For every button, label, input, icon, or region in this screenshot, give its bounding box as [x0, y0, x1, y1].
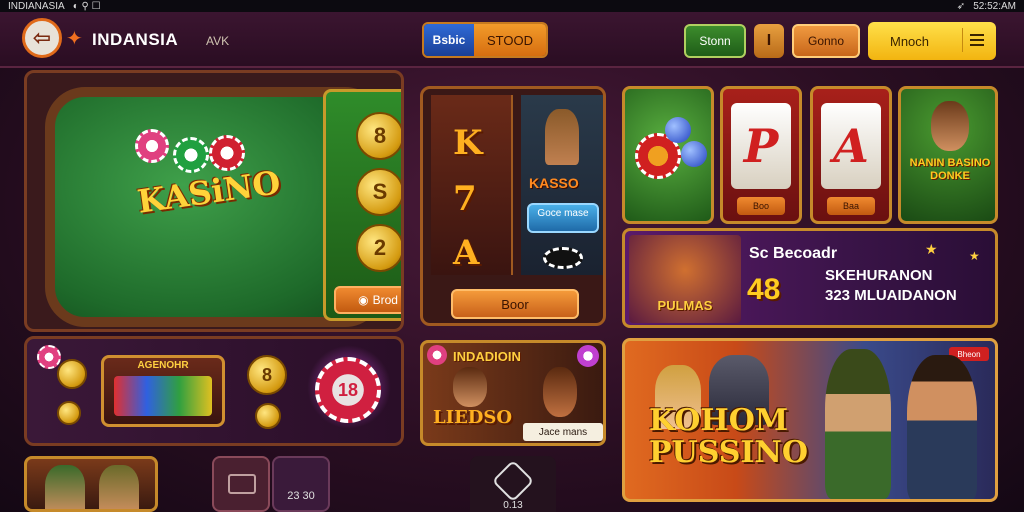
top-navigation-bar: ⇦ ✦ INDANSIA AVK Bsbic STOOD Stonn I Gon… [0, 12, 1024, 68]
chip-icon [543, 247, 583, 269]
coin-play-button[interactable]: ◉ Brod [334, 286, 401, 314]
character-game-tile[interactable]: NANIN BASINO DONKE [898, 86, 998, 224]
hero-title-line-2: PUSSINO [649, 435, 808, 470]
character-card: KASSO Goce mase [521, 95, 603, 275]
small-action-button[interactable]: I [754, 24, 784, 58]
reel-strip: K 7 A [431, 95, 513, 275]
hero-title: KOHOM PUSSINO [649, 405, 808, 469]
mini-slot-machine: AGENOHR [101, 355, 225, 427]
gold-coin-icon [57, 401, 81, 425]
character-portrait-icon [543, 367, 577, 417]
star-icon: ★ [925, 241, 938, 257]
poker-table-card[interactable]: KASiNO 8 S 2 ◉ Brod [24, 70, 404, 332]
gold-coin-icon [57, 359, 87, 389]
bonus-machine-card[interactable]: AGENOHR 8 18 [24, 336, 404, 446]
reel-play-button[interactable]: Baa [827, 197, 875, 215]
big-chip-icon: 18 [315, 357, 381, 423]
promo-line-2: SKEHURANON [825, 267, 933, 284]
coin-column: 8 S 2 ◉ Brod [323, 89, 401, 321]
home-hex-icon [491, 459, 535, 503]
signal-icon: ◐ ⚲ ☐ [72, 0, 101, 12]
promo-banner-purple[interactable]: PULMAS Sc Becoadr 48 SKEHURANON 323 MLUA… [622, 228, 998, 328]
gold-coin-icon: 2 [356, 224, 401, 272]
cowboy-character-icon [545, 109, 579, 165]
tab-score-label: 23 30 [287, 490, 315, 502]
ball-icon [665, 117, 691, 143]
reel-symbol: A [453, 233, 480, 273]
jungle-game-tile[interactable] [622, 86, 714, 224]
toggle-option-b[interactable]: STOOD [474, 24, 546, 56]
gold-coin-icon: 8 [247, 355, 287, 395]
game-banner-subtitle: LIEDSO [433, 407, 513, 428]
chip-icon [37, 345, 61, 369]
reel-symbol: K [453, 123, 483, 163]
character-portrait-icon [99, 465, 139, 509]
promo-big-number: 48 [747, 273, 781, 306]
game-banner-tag[interactable]: Jace mans [523, 423, 603, 441]
slot-game-card[interactable]: K 7 A KASSO Goce mase Boor [420, 86, 606, 326]
promo-portrait: PULMAS [629, 235, 741, 323]
chip-icon: ◉ [358, 293, 369, 307]
status-bar: INDIANASIA ◐ ⚲ ☐ ➶ 52:52:AM [0, 0, 1024, 12]
tab-home-label: 0.13 [503, 500, 523, 511]
slot-play-button[interactable]: Boor [451, 289, 579, 319]
gold-coin-icon: S [356, 168, 401, 216]
character-tile-label: NANIN BASINO DONKE [909, 157, 991, 182]
yellow-button-label: Mnoch [890, 33, 930, 49]
reel-window: A [821, 103, 881, 189]
reel-game-tile[interactable]: A Baa [810, 86, 892, 224]
character-portrait-icon [825, 349, 891, 499]
tab-home[interactable]: 0.13 [470, 456, 556, 512]
promo-heading: Sc Becoadr [749, 245, 838, 262]
toggle-option-a[interactable]: Bsbic [424, 24, 474, 56]
character-portrait-icon [45, 465, 85, 509]
promo-line-3: 323 MLUAIDANON [825, 287, 957, 304]
character-title: KASSO [529, 175, 579, 191]
status-left-text: INDIANASIA [8, 0, 65, 12]
character-portrait-icon [907, 355, 977, 499]
ticket-icon [228, 474, 256, 494]
coin-play-label: Brod [372, 293, 398, 307]
ball-icon [681, 141, 707, 167]
orange-action-button[interactable]: Gonno [792, 24, 860, 58]
chip-stack-icon [173, 137, 209, 173]
tab-ticket[interactable] [212, 456, 270, 512]
promo-portrait-label: PULMAS [657, 298, 713, 313]
gold-coin-icon: 8 [356, 112, 401, 160]
chip-icon [577, 345, 599, 367]
gold-coin-icon [255, 403, 281, 429]
character-button[interactable]: Goce mase [527, 203, 599, 233]
tab-score[interactable]: 23 30 [272, 456, 330, 512]
star-icon: ★ [969, 249, 980, 263]
reel-window: P [731, 103, 791, 189]
hero-promo-banner[interactable]: Bheon KOHOM PUSSINO [622, 338, 998, 502]
currency-toggle[interactable]: Bsbic STOOD [422, 22, 548, 58]
game-banner-card[interactable]: INDADIOIN LIEDSO Jace mans [420, 340, 606, 446]
mini-machine-title: AGENOHR [137, 360, 189, 371]
green-action-button[interactable]: Stonn [684, 24, 746, 58]
yellow-menu-button[interactable]: Mnoch [868, 22, 996, 60]
chip-icon [427, 345, 447, 365]
back-button[interactable]: ⇦ [22, 18, 62, 58]
reel-game-tile[interactable]: P Boo [720, 86, 802, 224]
reel-symbol: 7 [453, 179, 477, 219]
chip-stack-icon [135, 129, 169, 163]
status-time: 52:52:AM [973, 0, 1016, 12]
game-banner-title: INDADIOIN [453, 349, 521, 364]
flame-logo-icon: ✦ [66, 28, 83, 50]
mini-reels [114, 376, 212, 416]
hero-title-line-1: KOHOM [649, 403, 789, 438]
brand-subtitle: AVK [206, 34, 230, 48]
reel-play-button[interactable]: Boo [737, 197, 785, 215]
character-portrait-icon [453, 367, 487, 407]
character-portrait-icon [931, 101, 969, 151]
hamburger-menu-icon[interactable] [962, 28, 988, 52]
chip-stack-icon [209, 135, 245, 171]
wifi-icon: ➶ [956, 0, 966, 12]
brand-title: INDANSIA [92, 30, 179, 49]
arrow-left-icon: ⇦ [32, 25, 52, 50]
bottom-game-thumbnail[interactable] [24, 456, 158, 512]
